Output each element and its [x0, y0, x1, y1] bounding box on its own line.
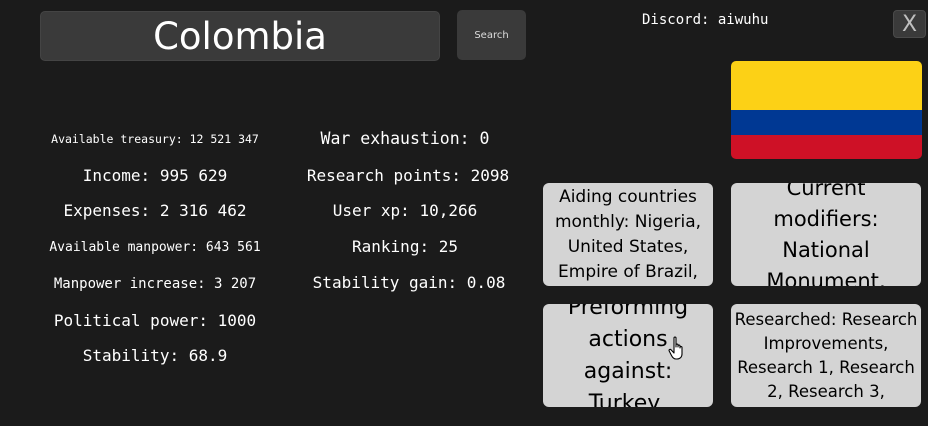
- stat-ranking: Ranking: 25: [352, 237, 458, 256]
- hand-pointer-icon: [668, 336, 683, 360]
- stat-income: Income: 995 629: [82, 166, 228, 185]
- aiding-countries-card: Aiding countries monthly: Nigeria, Unite…: [543, 183, 713, 286]
- researched-card: Researched: Research Improvements, Resea…: [731, 304, 921, 407]
- stat-stability: Stability: 68.9: [82, 346, 228, 365]
- aiding-countries-text: Aiding countries monthly: Nigeria, Unite…: [554, 186, 702, 282]
- stat-political-power: Political power: 1000: [53, 311, 257, 330]
- current-modifiers-card: Current modifiers: National Monument,: [731, 183, 921, 286]
- close-button[interactable]: X: [893, 10, 926, 38]
- country-flag: [731, 61, 922, 159]
- flag-stripe-blue: [731, 110, 922, 135]
- stat-user-xp: User xp: 10,266: [332, 201, 478, 220]
- researched-text: Researched: Research Improvements, Resea…: [734, 309, 918, 401]
- country-name-input[interactable]: Colombia: [40, 11, 440, 61]
- stat-manpower: Available manpower: 643 561: [49, 240, 261, 255]
- flag-stripe-yellow: [731, 61, 922, 110]
- search-button[interactable]: Search: [457, 10, 526, 60]
- current-modifiers-text: Current modifiers: National Monument,: [766, 183, 886, 286]
- discord-label: Discord: aiwuhu: [642, 12, 769, 28]
- flag-stripe-red: [731, 134, 922, 159]
- stat-stability-gain: Stability gain: 0.08: [312, 273, 506, 292]
- stat-research-points: Research points: 2098: [306, 166, 510, 185]
- stat-manpower-increase: Manpower increase: 3 207: [53, 276, 257, 292]
- stat-war-exhaustion: War exhaustion: 0: [320, 129, 490, 148]
- stat-expenses: Expenses: 2 316 462: [63, 201, 247, 220]
- stat-treasury: Available treasury: 12 521 347: [51, 132, 259, 146]
